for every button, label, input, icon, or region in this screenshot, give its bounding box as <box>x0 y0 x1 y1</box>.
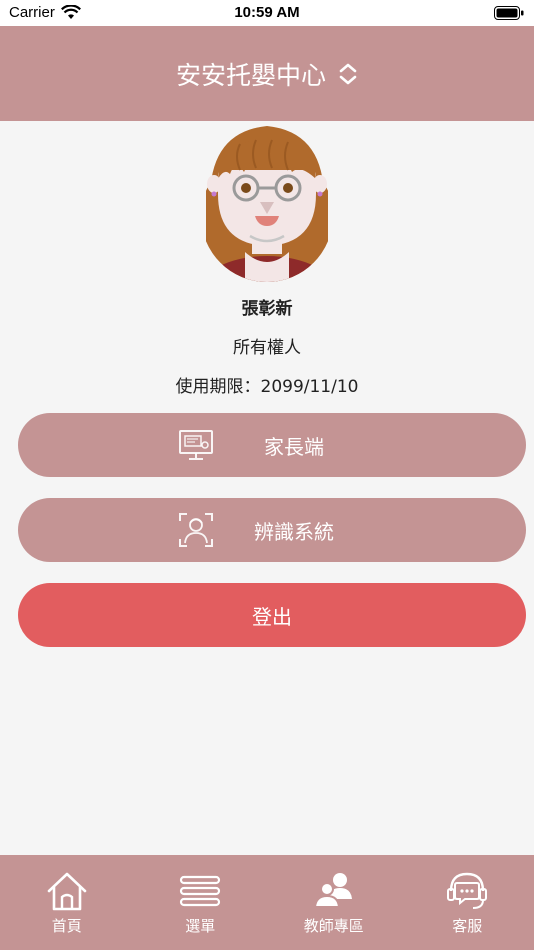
center-selector[interactable]: 安安托嬰中心 <box>176 56 358 92</box>
recognition-system-label: 辨識系統 <box>254 519 334 544</box>
logout-button[interactable]: 登出 <box>18 583 526 647</box>
bottom-tab-bar: 首頁 選單 教師專區 客服 <box>0 855 534 950</box>
switch-center-icon <box>339 63 357 84</box>
app-header: 安安托嬰中心 <box>0 26 534 121</box>
tab-teachers-label: 教師專區 <box>303 917 364 935</box>
user-name: 張彰新 <box>241 299 293 319</box>
tab-menu-label: 選單 <box>185 917 216 935</box>
menu-icon <box>180 875 221 907</box>
tab-menu[interactable]: 選單 <box>134 855 268 950</box>
tab-home[interactable]: 首頁 <box>0 855 134 950</box>
tab-home-label: 首頁 <box>51 917 82 935</box>
user-role: 所有權人 <box>233 338 301 358</box>
support-chat-icon <box>447 872 488 909</box>
tab-support[interactable]: 客服 <box>401 855 534 950</box>
expiry-date: 使用期限：2099/11/10 <box>175 377 359 397</box>
recognition-system-button[interactable]: 辨識系統 <box>18 498 526 562</box>
monitor-icon <box>179 430 213 460</box>
teachers-icon <box>313 873 352 908</box>
battery-icon <box>494 6 524 20</box>
status-time: 10:59 AM <box>234 4 300 21</box>
tab-teachers[interactable]: 教師專區 <box>267 855 401 950</box>
header-title: 安安托嬰中心 <box>175 60 326 90</box>
parent-portal-label: 家長端 <box>264 434 324 459</box>
parent-portal-button[interactable]: 家長端 <box>18 413 526 477</box>
avatar <box>201 126 333 282</box>
status-bar: Carrier 10:59 AM <box>0 0 534 26</box>
logout-label: 登出 <box>252 604 292 629</box>
home-icon <box>47 872 87 911</box>
tab-support-label: 客服 <box>452 917 483 935</box>
face-scan-icon <box>179 513 213 547</box>
